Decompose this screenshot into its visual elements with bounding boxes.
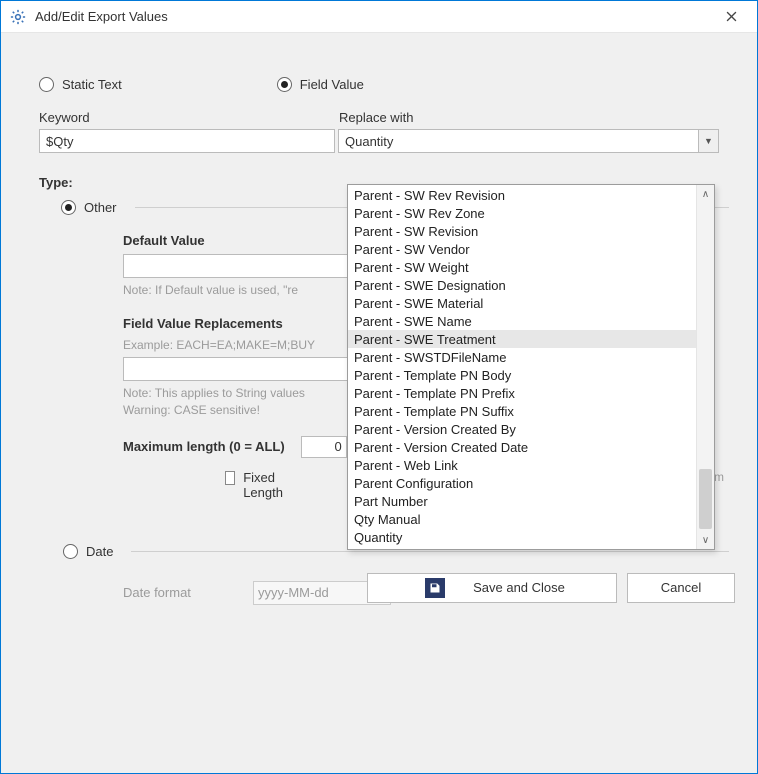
dialog-window: Add/Edit Export Values Static Text Field…	[0, 0, 758, 774]
replace-with-select[interactable]: Quantity ▼	[338, 129, 719, 153]
fixed-length-checkbox[interactable]	[225, 471, 235, 485]
cancel-button[interactable]: Cancel	[627, 573, 735, 603]
dropdown-item[interactable]: Parent - SWE Treatment	[348, 330, 696, 348]
dropdown-item[interactable]: Parent - SW Weight	[348, 258, 696, 276]
dropdown-item[interactable]: Parent - SW Revision	[348, 222, 696, 240]
dropdown-item[interactable]: Parent - Template PN Prefix	[348, 384, 696, 402]
radio-date[interactable]	[63, 544, 78, 559]
maxlen-value: 0	[302, 437, 346, 457]
keyword-input[interactable]: $Qty	[39, 129, 335, 153]
radio-field-value-label: Field Value	[300, 77, 364, 92]
scrollbar[interactable]: ∧ ∨	[696, 185, 714, 549]
replace-with-dropdown[interactable]: Parent - SW Rev RevisionParent - SW Rev …	[347, 184, 715, 550]
dropdown-list: Parent - SW Rev RevisionParent - SW Rev …	[348, 185, 696, 549]
radio-field-value[interactable]	[277, 77, 292, 92]
keyword-value: $Qty	[46, 134, 73, 149]
radio-other[interactable]	[61, 200, 76, 215]
chevron-down-icon: ▼	[704, 136, 713, 146]
scroll-up-icon[interactable]: ∧	[697, 185, 714, 203]
dropdown-item[interactable]: Parent - SWE Designation	[348, 276, 696, 294]
dropdown-item[interactable]: Parent - SWSTDFileName	[348, 348, 696, 366]
save-and-close-button[interactable]: Save and Close	[367, 573, 617, 603]
scroll-down-icon[interactable]: ∨	[697, 531, 714, 549]
dropdown-item[interactable]: Parent - Template PN Body	[348, 366, 696, 384]
dropdown-item[interactable]: Parent - Version Created By	[348, 420, 696, 438]
scroll-thumb[interactable]	[699, 469, 712, 529]
dropdown-item[interactable]: Parent - SW Rev Zone	[348, 204, 696, 222]
date-format-label: Date format	[123, 585, 253, 600]
radio-static-text[interactable]	[39, 77, 54, 92]
scroll-track[interactable]	[697, 203, 714, 531]
dropdown-item[interactable]: Parent - SW Vendor	[348, 240, 696, 258]
titlebar: Add/Edit Export Values	[1, 1, 757, 33]
dialog-title: Add/Edit Export Values	[35, 9, 711, 24]
keyword-label: Keyword	[39, 110, 339, 125]
dropdown-item[interactable]: Quantity	[348, 528, 696, 546]
dropdown-item[interactable]: Parent Configuration	[348, 474, 696, 492]
dropdown-item[interactable]: Part Number	[348, 492, 696, 510]
replace-with-selected: Quantity	[345, 134, 698, 149]
footer: Save and Close Cancel	[367, 573, 735, 603]
app-icon	[9, 8, 27, 26]
save-icon	[425, 578, 445, 598]
dropdown-item[interactable]: Qty Manual	[348, 510, 696, 528]
dropdown-item[interactable]: Parent - Template PN Suffix	[348, 402, 696, 420]
dropdown-item[interactable]: Parent - Version Created Date	[348, 438, 696, 456]
column-labels: Keyword Replace with	[39, 110, 729, 125]
keyword-replace-row: $Qty Quantity ▼	[39, 129, 719, 153]
save-button-label: Save and Close	[473, 580, 565, 595]
dropdown-item[interactable]: Parent - Web Link	[348, 456, 696, 474]
replace-with-label: Replace with	[339, 110, 729, 125]
radio-other-label: Other	[84, 200, 117, 215]
radio-static-text-label: Static Text	[62, 77, 122, 92]
close-button[interactable]	[711, 3, 751, 31]
radio-date-label: Date	[86, 544, 113, 559]
date-format-value: yyyy-MM-dd	[258, 585, 329, 600]
mode-row: Static Text Field Value	[39, 77, 729, 92]
dropdown-item[interactable]: Parent - SWE Material	[348, 294, 696, 312]
cancel-button-label: Cancel	[661, 580, 701, 595]
dropdown-toggle[interactable]: ▼	[698, 130, 718, 152]
fixed-length-label: Fixed Length	[243, 470, 294, 500]
divider	[131, 551, 729, 552]
dropdown-item[interactable]: Parent - SW Rev Revision	[348, 186, 696, 204]
maxlen-label: Maximum length (0 = ALL)	[123, 439, 285, 454]
dropdown-item[interactable]: Parent - SWE Name	[348, 312, 696, 330]
